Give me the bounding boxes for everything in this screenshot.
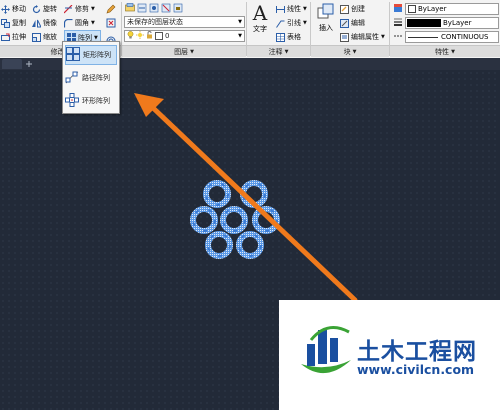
path-array-item[interactable]: 路径阵列 [65, 68, 117, 88]
watermark-url: www.civilcn.com [357, 362, 475, 377]
watermark-title: 土木工程网 [357, 339, 477, 365]
site-watermark: 土木工程网 www.civilcn.com [279, 300, 500, 410]
watermark-logo [301, 326, 351, 374]
array-flyout-menu: 矩形阵列 路径阵列 环形阵列 [62, 41, 120, 114]
path-array-label: 路径阵列 [82, 74, 110, 82]
polar-array-icon [65, 93, 79, 109]
polar-array-item[interactable]: 环形阵列 [65, 91, 117, 111]
rectangular-array-item[interactable]: 矩形阵列 [65, 45, 117, 65]
rectangular-array-icon [66, 47, 80, 63]
polar-array-label: 环形阵列 [82, 97, 110, 105]
path-array-icon [65, 70, 79, 86]
rectangular-array-label: 矩形阵列 [83, 51, 111, 59]
